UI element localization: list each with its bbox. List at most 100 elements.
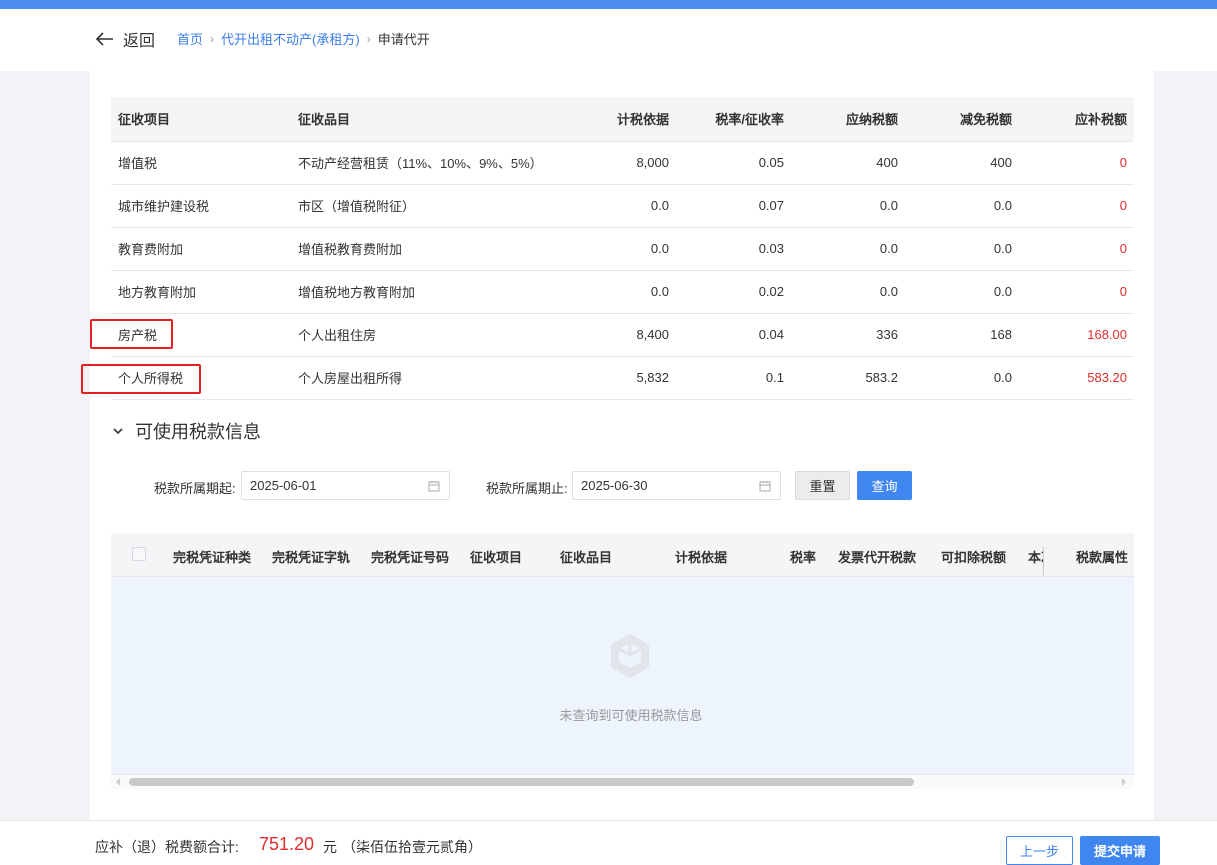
col-header: 征收品目 xyxy=(291,97,591,142)
table-cell: 0 xyxy=(1019,141,1134,185)
table-cell: 教育费附加 xyxy=(111,227,291,271)
select-all-checkbox[interactable] xyxy=(132,547,146,561)
col-header: 完税凭证种类 xyxy=(173,550,252,565)
total-amount: 751.20 xyxy=(259,834,315,854)
total-label: 应补（退）税费额合计: xyxy=(95,839,239,855)
table-row: 城市维护建设税 市区（增值税附征） 0.0 0.07 0.0 0.0 0 xyxy=(111,184,1134,228)
credit-table: 完税凭证种类 完税凭证字轨 完税凭证号码 征收项目 征收品目 计税依据 税率 发… xyxy=(111,533,1134,775)
col-header: 计税依据 xyxy=(675,550,728,565)
table-cell: 增值税教育费附加 xyxy=(291,227,591,271)
table-cell: 0 xyxy=(1019,227,1134,271)
table-cell: 0.05 xyxy=(676,141,791,185)
table-row: 增值税 不动产经营租赁（11%、10%、9%、5%） 8,000 0.05 40… xyxy=(111,141,1134,185)
table-cell: 0 xyxy=(1019,270,1134,314)
arrow-left-icon xyxy=(95,31,115,47)
table-cell: 0.0 xyxy=(905,184,1019,228)
breadcrumb-current: 申请代开 xyxy=(377,32,430,47)
col-header: 税款属性 xyxy=(1076,550,1129,565)
table-cell: 0.0 xyxy=(791,184,905,228)
col-header: 完税凭证字轨 xyxy=(272,550,351,565)
highlight-box-income-tax xyxy=(81,364,201,394)
scroll-left-icon[interactable] xyxy=(116,778,120,786)
table-cell: 0.0 xyxy=(591,227,676,271)
end-date-label: 税款所属期止: xyxy=(486,481,568,496)
content-card: 征收项目 征收品目 计税依据 税率/征收率 应纳税额 减免税额 应补税额 增值税… xyxy=(81,71,1154,820)
table-row: 地方教育附加 增值税地方教育附加 0.0 0.02 0.0 0.0 0 xyxy=(111,270,1134,314)
query-button[interactable]: 查询 xyxy=(857,471,912,500)
calendar-icon xyxy=(759,480,771,492)
table-cell: 0.0 xyxy=(791,227,905,271)
horizontal-scrollbar[interactable] xyxy=(111,775,1134,789)
back-label: 返回 xyxy=(123,33,156,50)
table-cell: 个人房屋出租所得 xyxy=(291,356,591,400)
breadcrumb-home[interactable]: 首页 xyxy=(177,29,203,48)
submit-button[interactable]: 提交申请 xyxy=(1080,836,1160,865)
breadcrumb: 首页 › 代开出租不动产(承租方) › 申请代开 xyxy=(177,29,430,48)
table-cell: 168 xyxy=(905,313,1019,357)
table-cell: 0.0 xyxy=(905,227,1019,271)
col-header: 本次 xyxy=(1028,550,1043,565)
start-date-label: 税款所属期起: xyxy=(154,481,236,496)
table-cell: 0.03 xyxy=(676,227,791,271)
filter-bar: 税款所属期起: 2025-06-01 税款所属期止: 2025-06-30 重置… xyxy=(154,471,1054,501)
section-header[interactable]: 可使用税款信息 xyxy=(111,418,261,444)
credit-table-body: 未查询到可使用税款信息 xyxy=(111,577,1134,775)
table-cell: 0.04 xyxy=(676,313,791,357)
col-header: 减免税额 xyxy=(905,97,1019,142)
highlight-box-property-tax xyxy=(90,319,173,349)
table-cell: 个人出租住房 xyxy=(291,313,591,357)
table-cell: 0.07 xyxy=(676,184,791,228)
table-cell: 583.2 xyxy=(791,356,905,400)
end-date-input[interactable]: 2025-06-30 xyxy=(572,471,781,500)
credit-table-header: 完税凭证种类 完税凭证字轨 完税凭证号码 征收项目 征收品目 计税依据 税率 发… xyxy=(111,533,1134,583)
chevron-down-icon xyxy=(111,424,125,438)
total-unit: 元 xyxy=(323,839,337,855)
prev-step-button[interactable]: 上一步 xyxy=(1006,836,1073,865)
table-cell: 市区（增值税附征） xyxy=(291,184,591,228)
breadcrumb-separator-icon: › xyxy=(210,31,215,46)
back-button[interactable]: 返回 xyxy=(95,27,155,51)
table-cell: 增值税 xyxy=(111,141,291,185)
table-cell: 0 xyxy=(1019,184,1134,228)
table-cell: 0.0 xyxy=(791,270,905,314)
total-amount-in-words: （柒佰伍拾壹元贰角） xyxy=(342,839,482,855)
col-header: 完税凭证号码 xyxy=(371,550,450,565)
top-accent-bar xyxy=(0,0,1217,9)
col-header: 税率 xyxy=(790,550,817,565)
table-row: 教育费附加 增值税教育费附加 0.0 0.03 0.0 0.0 0 xyxy=(111,227,1134,271)
breadcrumb-separator-icon: › xyxy=(366,31,371,46)
empty-state-text: 未查询到可使用税款信息 xyxy=(559,708,703,723)
calendar-icon xyxy=(428,480,440,492)
tax-table: 征收项目 征收品目 计税依据 税率/征收率 应纳税额 减免税额 应补税额 增值税… xyxy=(111,97,1134,400)
table-cell: 地方教育附加 xyxy=(111,270,291,314)
end-date-value: 2025-06-30 xyxy=(581,478,648,493)
tax-table-header: 征收项目 征收品目 计税依据 税率/征收率 应纳税额 减免税额 应补税额 xyxy=(111,97,1134,142)
col-header: 征收项目 xyxy=(111,97,291,142)
col-header: 可扣除税额 xyxy=(941,550,1007,565)
table-cell: 0.0 xyxy=(905,270,1019,314)
table-cell: 400 xyxy=(905,141,1019,185)
col-header: 应补税额 xyxy=(1019,97,1134,142)
table-cell: 8,000 xyxy=(591,141,676,185)
col-header: 发票代开税款 xyxy=(838,550,917,565)
table-cell: 168.00 xyxy=(1019,313,1134,357)
scroll-right-icon[interactable] xyxy=(1122,778,1126,786)
section-title: 可使用税款信息 xyxy=(135,422,261,442)
table-cell: 0.0 xyxy=(905,356,1019,400)
table-cell: 0.1 xyxy=(676,356,791,400)
breadcrumb-rental[interactable]: 代开出租不动产(承租方) xyxy=(221,29,360,48)
table-cell: 583.20 xyxy=(1019,356,1134,400)
table-cell: 城市维护建设税 xyxy=(111,184,291,228)
scrollbar-thumb[interactable] xyxy=(129,778,914,786)
reset-button[interactable]: 重置 xyxy=(795,471,850,500)
table-row: 房产税 个人出租住房 8,400 0.04 336 168 168.00 xyxy=(111,313,1134,357)
col-header: 税率/征收率 xyxy=(676,97,791,142)
start-date-input[interactable]: 2025-06-01 xyxy=(241,471,450,500)
table-cell: 8,400 xyxy=(591,313,676,357)
table-cell: 增值税地方教育附加 xyxy=(291,270,591,314)
table-cell: 336 xyxy=(791,313,905,357)
page-header: 返回 首页 › 代开出租不动产(承租方) › 申请代开 xyxy=(0,9,1217,71)
table-cell: 0.02 xyxy=(676,270,791,314)
footer-bar: 应补（退）税费额合计: 751.20 元 （柒佰伍拾壹元贰角） 上一步 提交申请 xyxy=(0,820,1217,865)
col-header: 征收项目 xyxy=(470,550,523,565)
